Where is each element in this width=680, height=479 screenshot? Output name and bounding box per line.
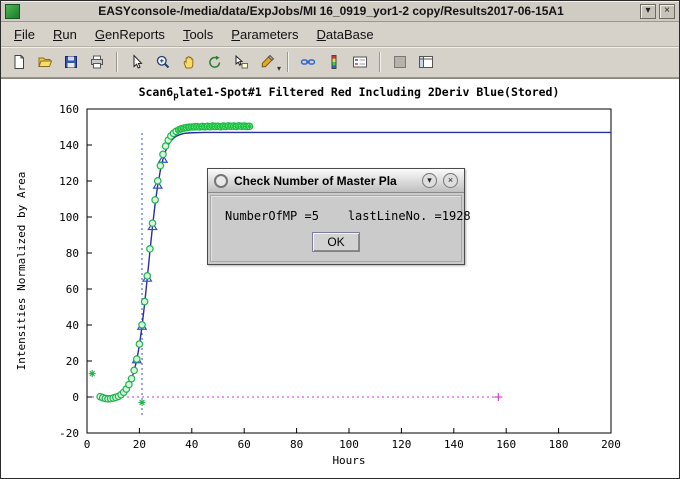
edit-plot-button[interactable]	[125, 50, 149, 74]
print-figure-button[interactable]	[85, 50, 109, 74]
close-button[interactable]: ×	[659, 4, 675, 19]
legend-icon	[352, 54, 368, 70]
svg-text:140: 140	[444, 438, 464, 451]
toolbar-separator	[287, 52, 289, 72]
hand-icon	[181, 54, 197, 70]
svg-text:60: 60	[238, 438, 251, 451]
toolbar: ▾	[1, 47, 679, 78]
svg-text:40: 40	[185, 438, 198, 451]
svg-text:80: 80	[66, 247, 79, 260]
open-folder-icon	[37, 54, 53, 70]
rotate-3d-button[interactable]	[203, 50, 227, 74]
app-icon[interactable]	[5, 4, 20, 19]
svg-text:-20: -20	[59, 427, 79, 440]
dialog-title: Check Number of Master Pla	[234, 174, 416, 188]
dialog-message: NumberOfMP =5 lastLineNo. =1928	[211, 196, 461, 223]
insert-legend-button[interactable]	[348, 50, 372, 74]
rotate-arrow-icon	[207, 54, 223, 70]
svg-text:120: 120	[391, 438, 411, 451]
brush-dropdown-chevron-icon[interactable]: ▾	[277, 64, 281, 77]
hide-plot-tools-button[interactable]	[388, 50, 412, 74]
svg-text:80: 80	[290, 438, 303, 451]
menu-database[interactable]: DataBase	[308, 24, 383, 45]
hide-plot-tools-icon	[392, 54, 408, 70]
window-titlebar[interactable]: EASYconsole-/media/data/ExpJobs/MI 16_09…	[1, 1, 679, 22]
data-cursor-icon	[233, 54, 249, 70]
dialog-close-button[interactable]: ×	[443, 173, 458, 188]
svg-text:20: 20	[133, 438, 146, 451]
svg-text:140: 140	[59, 139, 79, 152]
open-file-button[interactable]	[33, 50, 57, 74]
number-check-dialog: Check Number of Master Pla ▾ × NumberOfM…	[207, 168, 465, 265]
svg-text:120: 120	[59, 175, 79, 188]
insert-colorbar-button[interactable]	[322, 50, 346, 74]
link-plot-button[interactable]	[296, 50, 320, 74]
menu-genreports[interactable]: GenReports	[86, 24, 174, 45]
zoom-in-button[interactable]	[151, 50, 175, 74]
dialog-body: NumberOfMP =5 lastLineNo. =1928 OK	[210, 195, 462, 262]
minimize-button[interactable]: ▾	[640, 4, 656, 19]
pan-button[interactable]	[177, 50, 201, 74]
toolbar-separator	[116, 52, 118, 72]
svg-text:180: 180	[549, 438, 569, 451]
svg-text:0: 0	[84, 438, 91, 451]
menubar: File Run GenReports Tools Parameters Dat…	[1, 22, 679, 47]
svg-text:200: 200	[601, 438, 621, 451]
menu-file[interactable]: File	[5, 24, 44, 45]
svg-text:60: 60	[66, 283, 79, 296]
figure-area: 0 20 40 60 80 100 120 140 160 180 200 -20 0 20 40 60 80 1…	[1, 78, 679, 478]
ok-button[interactable]: OK	[312, 232, 360, 252]
svg-text:Hours: Hours	[332, 454, 365, 467]
window-title: EASYconsole-/media/data/ExpJobs/MI 16_09…	[25, 4, 637, 18]
svg-text:0: 0	[72, 391, 79, 404]
brush-icon	[259, 54, 275, 70]
svg-text:40: 40	[66, 319, 79, 332]
dialog-circle-icon	[214, 174, 228, 188]
data-cursor-button[interactable]	[229, 50, 253, 74]
show-plot-tools-icon	[418, 54, 434, 70]
pointer-arrow-icon	[129, 54, 145, 70]
easyconsole-window: EASYconsole-/media/data/ExpJobs/MI 16_09…	[0, 0, 680, 479]
menu-tools[interactable]: Tools	[174, 24, 222, 45]
toolbar-separator	[379, 52, 381, 72]
colorbar-icon	[326, 54, 342, 70]
new-figure-icon	[11, 54, 27, 70]
svg-text:Scan6plate1-Spot#1 Filtered Re: Scan6plate1-Spot#1 Filtered Red Includin…	[139, 85, 560, 102]
brush-button[interactable]	[255, 50, 279, 74]
svg-text:100: 100	[339, 438, 359, 451]
svg-text:Intensities Normalized by Area: Intensities Normalized by Area	[15, 172, 28, 371]
dialog-collapse-button[interactable]: ▾	[422, 173, 437, 188]
save-floppy-icon	[63, 54, 79, 70]
menu-parameters[interactable]: Parameters	[222, 24, 307, 45]
link-icon	[300, 54, 316, 70]
svg-text:20: 20	[66, 355, 79, 368]
printer-icon	[89, 54, 105, 70]
show-plot-tools-button[interactable]	[414, 50, 438, 74]
save-figure-button[interactable]	[59, 50, 83, 74]
svg-text:160: 160	[59, 103, 79, 116]
chart-canvas[interactable]: 0 20 40 60 80 100 120 140 160 180 200 -20 0 20 40 60 80 1…	[1, 79, 679, 478]
zoom-in-icon	[155, 54, 171, 70]
new-figure-button[interactable]	[7, 50, 31, 74]
svg-text:160: 160	[496, 438, 516, 451]
dialog-titlebar[interactable]: Check Number of Master Pla ▾ ×	[208, 169, 464, 193]
menu-run[interactable]: Run	[44, 24, 86, 45]
svg-text:100: 100	[59, 211, 79, 224]
